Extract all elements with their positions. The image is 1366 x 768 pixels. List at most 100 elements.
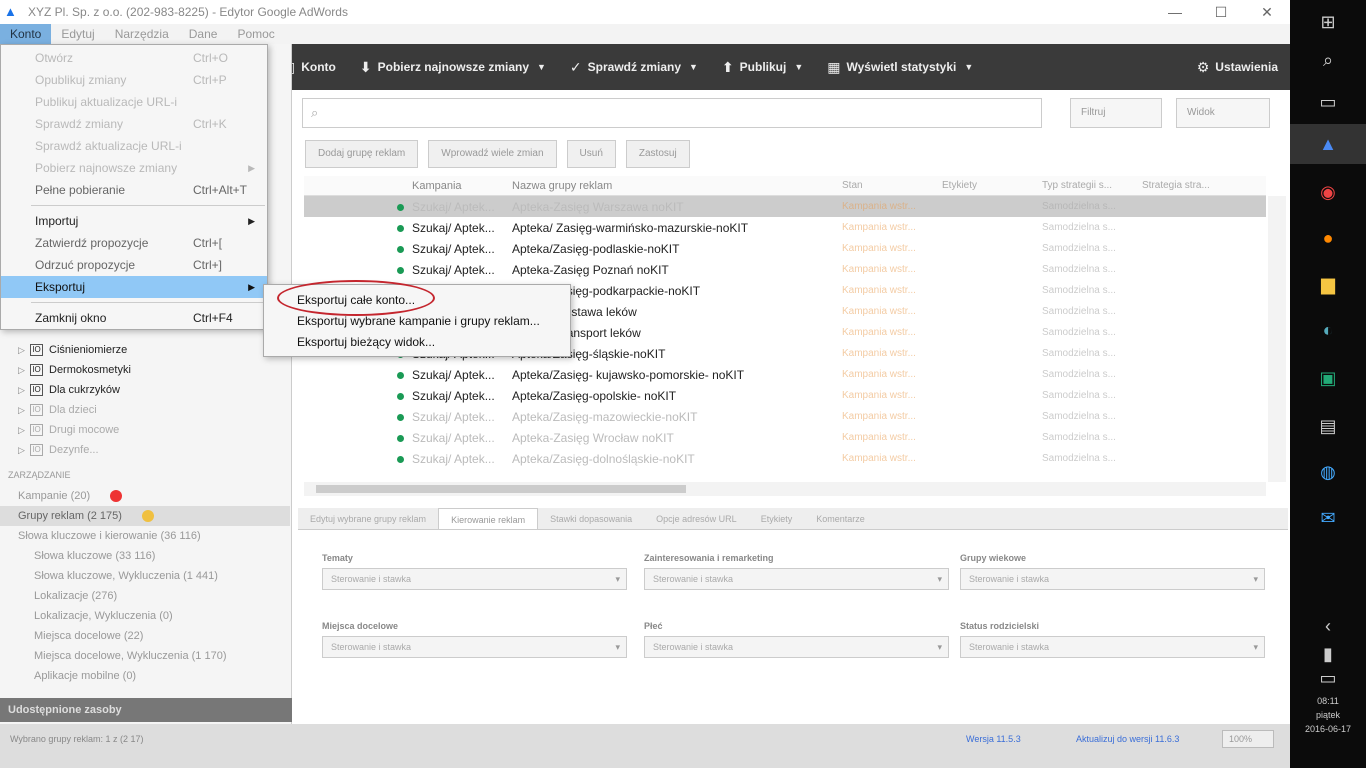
tree-item[interactable]: ▷ IO Drugi mocowe	[0, 420, 290, 440]
management-row[interactable]: Miejsca docelowe (22)	[0, 626, 290, 646]
publish-button[interactable]: ⬆ Publikuj ▼	[710, 59, 815, 76]
management-row[interactable]: Miejsca docelowe, Wykluczenia (1 170)	[0, 646, 290, 666]
taskbar-clock[interactable]: 08:11 piątek 2016-06-17	[1298, 694, 1358, 736]
management-row[interactable]: Słowa kluczowe, Wykluczenia (1 441)	[0, 566, 290, 586]
menu-pomoc[interactable]: Pomoc	[227, 24, 284, 44]
apply-button[interactable]: Zastosuj	[625, 140, 690, 168]
table-row[interactable]: Szukaj/ Aptek... Apteka/ Zasięg-warmińsko…	[304, 217, 1266, 238]
targeting-select[interactable]: Sterowanie i stawka	[644, 568, 949, 590]
table-row[interactable]: Szukaj/ Aptek... Apteka/Zasięg-opolskie- …	[304, 385, 1266, 406]
menu-konto[interactable]: Konto	[0, 24, 52, 44]
task-view-icon[interactable]: ▭	[1310, 84, 1346, 120]
table-row[interactable]: Szukaj/ Aptek... Apteka-Zasięg Wrocław no…	[304, 427, 1266, 448]
table-row[interactable]: Szukaj/ Aptek... Apteka/Zasięg- kujawsko-…	[304, 364, 1266, 385]
menu-item[interactable]: Sprawdź aktualizacje URL-i	[1, 135, 267, 157]
management-row[interactable]: Lokalizacje, Wykluczenia (0)	[0, 606, 290, 626]
menu-item[interactable]: Pełne pobieranie Ctrl+Alt+T	[1, 179, 267, 201]
menu-item[interactable]: Odrzuć propozycje Ctrl+]	[1, 254, 267, 276]
menu-item[interactable]: Sprawdź zmiany Ctrl+K	[1, 113, 267, 135]
table-row[interactable]: Szukaj/ Aptek... Apteka/Zasięg-dolnośląsk…	[304, 448, 1266, 469]
table-vertical-scrollbar[interactable]	[1268, 196, 1286, 482]
folder-icon[interactable]: ▆	[1310, 266, 1346, 302]
store-icon[interactable]: ▤	[1310, 408, 1346, 444]
export-selected-item[interactable]: Eksportuj wybrane kampanie i grupy rekla…	[264, 310, 570, 331]
table-row[interactable]: Szukaj/ Aptek... Apteka-Zasięg Warszawa n…	[304, 196, 1266, 217]
targeting-select[interactable]: Sterowanie i stawka	[960, 636, 1265, 658]
management-row[interactable]: Słowa kluczowe i kierowanie (36 116)	[0, 526, 290, 546]
column-header-labels[interactable]: Etykiety	[942, 180, 1042, 191]
settings-button[interactable]: ⚙ Ustawienia	[1185, 59, 1290, 76]
chrome-icon[interactable]: ◉	[1310, 174, 1346, 210]
table-row[interactable]: Szukaj/ Aptek... Apteka/Zasięg-podlaskie-…	[304, 238, 1266, 259]
tree-item[interactable]: ▷ IO Dla dzieci	[0, 400, 290, 420]
targeting-select[interactable]: Sterowanie i stawka	[322, 568, 627, 590]
start-icon[interactable]: ⊞	[1310, 4, 1346, 40]
notifications-icon[interactable]: ▭	[1310, 660, 1346, 696]
table-horizontal-scrollbar[interactable]	[304, 482, 1266, 496]
targeting-select[interactable]: Sterowanie i stawka	[960, 568, 1265, 590]
tree-item[interactable]: ▷ IO Ciśnieniomierze	[0, 340, 290, 360]
column-header-status[interactable]: Stan	[842, 180, 942, 191]
menu-narzedzia[interactable]: Narzędzia	[105, 24, 179, 44]
column-header-ad-group[interactable]: Nazwa grupy reklam	[512, 180, 842, 192]
minimize-button[interactable]: —	[1152, 0, 1198, 24]
management-row[interactable]: Lokalizacje (276)	[0, 586, 290, 606]
version-link[interactable]: Wersja 11.5.3	[966, 734, 1021, 744]
browser-icon[interactable]: ◍	[1310, 454, 1346, 490]
table-row[interactable]: Szukaj/ Aptek... Apteka-Zasięg Poznań noK…	[304, 259, 1266, 280]
maximize-button[interactable]: ☐	[1198, 0, 1244, 24]
menu-item[interactable]: Otwórz Ctrl+O	[1, 47, 267, 69]
management-row[interactable]: Grupy reklam (2 175)	[0, 506, 290, 526]
update-link[interactable]: Aktualizuj do wersji 11.6.3	[1076, 734, 1179, 744]
firefox-icon[interactable]: ●	[1310, 220, 1346, 256]
filter-button[interactable]: Filtruj	[1070, 98, 1162, 128]
view-button[interactable]: Widok	[1176, 98, 1270, 128]
table-row[interactable]: Szukaj/ Aptek... Apteka/Zasięg-mazowiecki…	[304, 406, 1266, 427]
bottom-tab[interactable]: Edytuj wybrane grupy reklam	[298, 508, 438, 529]
expand-arrow-icon[interactable]: ▷	[18, 365, 30, 376]
close-button[interactable]: ✕	[1244, 0, 1290, 24]
tree-item[interactable]: ▷ IO Dla cukrzyków	[0, 380, 290, 400]
mail-icon[interactable]: ✉	[1310, 500, 1346, 536]
export-whole-account-item[interactable]: Eksportuj całe konto...	[264, 289, 570, 310]
search-input[interactable]: ⌕	[302, 98, 1042, 128]
menu-item[interactable]: Pobierz najnowsze zmiany ▶	[1, 157, 267, 179]
delete-button[interactable]: Usuń	[566, 140, 616, 168]
tree-item[interactable]: ▷ IO Dezynfe...	[0, 440, 290, 460]
menu-item[interactable]: Publikuj aktualizacje URL-i	[1, 91, 267, 113]
check-changes-button[interactable]: ✓ Sprawdź zmiany ▼	[558, 59, 710, 76]
column-header-strategy[interactable]: Strategia stra...	[1142, 180, 1242, 191]
menu-edytuj[interactable]: Edytuj	[51, 24, 104, 44]
tree-item[interactable]: ▷ IO Dermokosmetyki	[0, 360, 290, 380]
scrollbar-thumb[interactable]	[316, 485, 686, 493]
excel-icon[interactable]: ▣	[1310, 360, 1346, 396]
expand-arrow-icon[interactable]: ▷	[18, 445, 30, 456]
stats-button[interactable]: ▦ Wyświetl statystyki ▼	[815, 59, 985, 76]
zoom-select[interactable]: 100%	[1222, 730, 1274, 748]
management-row[interactable]: Słowa kluczowe (33 116)	[0, 546, 290, 566]
menu-item[interactable]: Zatwierdź propozycje Ctrl+[	[1, 232, 267, 254]
menu-dane[interactable]: Dane	[179, 24, 228, 44]
management-row[interactable]: Kampanie (20)	[0, 486, 290, 506]
expand-arrow-icon[interactable]: ▷	[18, 425, 30, 436]
menu-item[interactable]: Eksportuj ▶	[1, 276, 267, 298]
export-current-view-item[interactable]: Eksportuj bieżący widok...	[264, 331, 570, 352]
search-icon[interactable]: ⌕	[1310, 42, 1346, 78]
management-row[interactable]: Aplikacje mobilne (0)	[0, 666, 290, 686]
expand-arrow-icon[interactable]: ▷	[18, 345, 30, 356]
targeting-select[interactable]: Sterowanie i stawka	[322, 636, 627, 658]
add-ad-group-button[interactable]: Dodaj grupę reklam	[305, 140, 419, 168]
expand-arrow-icon[interactable]: ▷	[18, 405, 30, 416]
shared-resources-header[interactable]: Udostępnione zasoby	[0, 698, 292, 722]
menu-item[interactable]: Zamknij okno Ctrl+F4	[1, 307, 267, 329]
menu-item[interactable]: Opublikuj zmiany Ctrl+P	[1, 69, 267, 91]
menu-item[interactable]: Importuj ▶	[1, 210, 267, 232]
bottom-tab[interactable]: Stawki dopasowania	[538, 508, 644, 529]
app-icon[interactable]: ◐	[1310, 312, 1346, 348]
adwords-taskbar-icon[interactable]: ▲	[1290, 124, 1366, 164]
get-changes-button[interactable]: ⬇ Pobierz najnowsze zmiany ▼	[348, 59, 558, 76]
expand-arrow-icon[interactable]: ▷	[18, 385, 30, 396]
bottom-tab[interactable]: Opcje adresów URL	[644, 508, 749, 529]
column-header-strategy-type[interactable]: Typ strategii s...	[1042, 180, 1142, 191]
bottom-tab[interactable]: Komentarze	[804, 508, 877, 529]
